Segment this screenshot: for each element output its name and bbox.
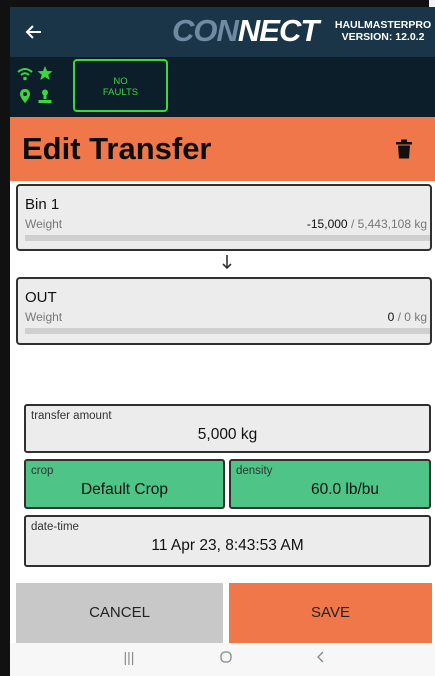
circle-home-icon (220, 651, 232, 663)
destination-weight-label: Weight (25, 310, 63, 324)
density-label: density (236, 465, 273, 477)
crop-value: Default Crop (80, 481, 168, 498)
system-back-button[interactable] (306, 649, 336, 669)
status-bar: NO FAULTS (10, 57, 435, 117)
person-icon (38, 89, 52, 103)
page-title: Edit Transfer (22, 131, 212, 166)
home-button[interactable] (211, 649, 241, 669)
destination-weight-value: 0 / 0 kg (387, 310, 427, 324)
app-screen: CONNECT HAULMASTERPRO VERSION: 12.0.2 NO… (10, 7, 435, 676)
date-time-field[interactable]: date-time 11 Apr 23, 8:43:53 AM (24, 515, 431, 567)
save-button[interactable]: SAVE (229, 583, 432, 643)
faults-indicator[interactable]: NO FAULTS (73, 59, 168, 112)
chevron-left-icon (317, 651, 324, 663)
arrow-down-icon (221, 254, 233, 273)
transfer-amount-value: 5,000 kg (197, 426, 258, 443)
device-frame-top (0, 0, 435, 7)
date-time-label: date-time (31, 521, 79, 533)
page-title-bar: Edit Transfer (10, 117, 435, 181)
recents-button[interactable]: ||| (114, 649, 144, 669)
source-bin-card[interactable]: Bin 1 Weight -15,000 / 5,443,108 kg (16, 184, 432, 251)
trash-icon[interactable] (396, 139, 412, 159)
app-logo: CONNECT (172, 13, 319, 48)
destination-weight-bar (25, 328, 430, 334)
star-icon (37, 66, 53, 80)
wifi-icon (17, 68, 33, 81)
source-weight-bar (25, 235, 430, 241)
faults-line-2: FAULTS (102, 87, 139, 98)
density-value: 60.0 lb/bu (310, 481, 380, 498)
transfer-amount-label: transfer amount (31, 410, 112, 422)
cancel-button[interactable]: CANCEL (16, 583, 223, 643)
destination-card[interactable]: OUT Weight 0 / 0 kg (16, 277, 432, 345)
faults-line-1: NO (113, 76, 128, 87)
device-frame-left (0, 0, 10, 676)
app-header: CONNECT HAULMASTERPRO VERSION: 12.0.2 (10, 7, 435, 57)
arrow-left-icon (25, 25, 41, 39)
version-label: VERSION: 12.0.2 (341, 31, 425, 43)
app-version: HAULMASTERPRO VERSION: 12.0.2 (328, 19, 435, 43)
location-pin-icon (20, 89, 30, 103)
date-time-value: 11 Apr 23, 8:43:53 AM (151, 537, 304, 554)
transfer-amount-field[interactable]: transfer amount 5,000 kg (24, 404, 431, 453)
crop-label: crop (31, 465, 54, 477)
source-bin-name: Bin 1 (25, 196, 60, 213)
source-weight-label: Weight (25, 217, 63, 231)
system-nav-bar: ||| (10, 643, 435, 676)
density-field[interactable]: density 60.0 lb/bu (229, 459, 431, 509)
crop-field[interactable]: crop Default Crop (24, 459, 225, 509)
product-name: HAULMASTERPRO (334, 19, 432, 31)
source-weight-value: -15,000 / 5,443,108 kg (306, 217, 427, 231)
back-button[interactable] (24, 17, 54, 47)
destination-name: OUT (25, 289, 57, 306)
